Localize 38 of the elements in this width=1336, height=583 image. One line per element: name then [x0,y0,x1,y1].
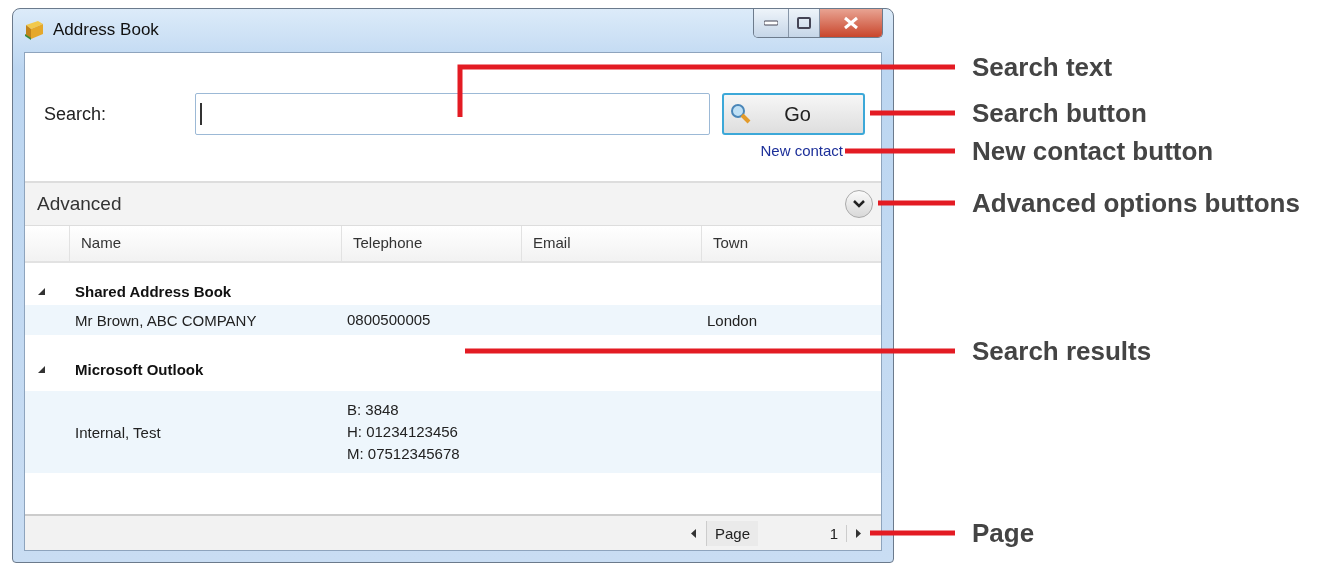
table-cell-text: London [707,311,759,329]
table-cell-text: B: 3848 H: 01234123456 M: 07512345678 [347,400,461,464]
close-button[interactable] [819,9,882,37]
search-icon [730,103,752,125]
minimize-icon [764,20,778,26]
search-field[interactable] [195,93,710,135]
table-cell-text: 0800500005 [347,310,432,330]
expander-icon[interactable] [37,364,46,374]
right-triangle-icon [856,528,862,538]
table-cell-text: Internal, Test [75,423,162,441]
callout-label: Advanced options buttons [972,187,1300,219]
chevron-icon [853,200,865,208]
left-triangle-icon [690,528,697,538]
callout-label: Search text [972,51,1113,83]
expander-icon[interactable] [37,286,46,296]
search-label: Search: [43,103,108,125]
close-icon [843,16,859,30]
book-icon [23,20,45,40]
page-number[interactable]: 1 [758,524,847,542]
go-button[interactable]: Go [722,93,865,135]
maximize-icon [797,17,811,29]
new-contact-link[interactable]: New contact [760,142,843,159]
group-name: Shared Address Book [74,282,233,300]
column-header[interactable]: Town [701,226,881,261]
table-cell-text: Mr Brown, ABC COMPANY [75,311,258,329]
advanced-label: Advanced [37,193,122,215]
advanced-toggle-button[interactable] [845,190,873,218]
maximize-button[interactable] [788,9,819,37]
callout-label: Page [972,517,1035,549]
window-title: Address Book [53,20,159,40]
callout-label: Search results [972,335,1152,367]
column-header[interactable]: Name [69,226,341,261]
column-header[interactable]: Email [521,226,701,261]
callout-label: New contact button [972,135,1214,167]
page-label: Page [705,520,758,546]
column-header[interactable]: Telephone [341,226,521,261]
callout-label: Search button [972,97,1147,129]
group-name: Microsoft Outlook [74,360,205,378]
